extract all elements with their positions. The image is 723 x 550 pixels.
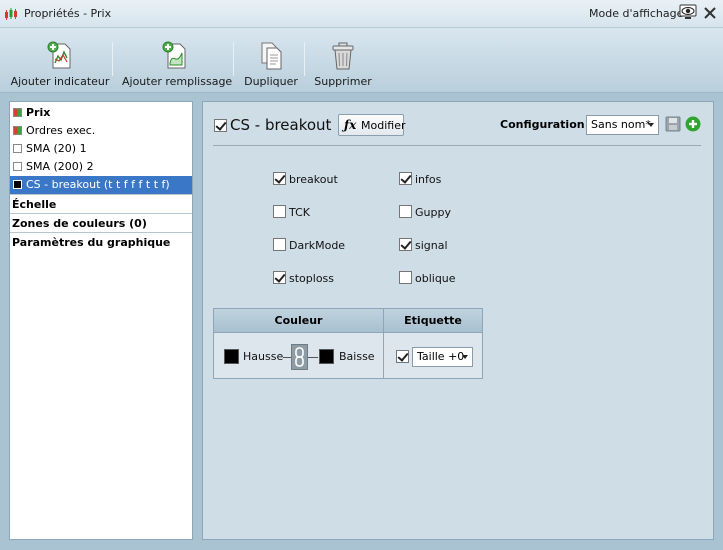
indicator-title: CS - breakout — [230, 116, 332, 134]
configuration-label: Configuration : — [500, 118, 593, 131]
option-checkbox-infos[interactable] — [399, 172, 412, 185]
tree-section-color-zones[interactable]: Zones de couleurs (0) — [10, 213, 192, 232]
toolbar-separator — [112, 42, 113, 76]
modify-button[interactable]: ƒx Modifier — [338, 114, 406, 136]
indicator-properties-panel: CS - breakout ƒx Modifier Configuration … — [202, 101, 714, 540]
tree-item-sma200[interactable]: SMA (200) 2 — [10, 158, 192, 176]
add-indicator-label: Ajouter indicateur — [10, 75, 110, 88]
down-color-box[interactable] — [319, 349, 334, 364]
configuration-value: Sans nom* — [591, 118, 651, 131]
close-icon[interactable] — [703, 6, 717, 20]
option-checkbox-tck[interactable] — [273, 205, 286, 218]
delete-label: Supprimer — [314, 75, 372, 88]
label-size-value: Taille +0 — [417, 350, 465, 363]
toolbar-separator — [304, 42, 305, 76]
tree-item-orders[interactable]: Ordres exec. — [10, 122, 192, 140]
display-mode-label[interactable]: Mode d'affichage — [589, 7, 683, 20]
modify-label: Modifier — [361, 119, 406, 132]
add-fill-icon — [162, 41, 186, 69]
trash-icon — [332, 42, 354, 70]
add-fill-label: Ajouter remplissage — [122, 75, 233, 88]
option-checkbox-oblique[interactable] — [399, 271, 412, 284]
tree-item-cs-breakout[interactable]: CS - breakout (t t f f f t t f) — [10, 176, 192, 194]
candlestick-app-icon — [5, 8, 17, 20]
option-label: stoploss — [289, 272, 335, 285]
option-label: Guppy — [415, 206, 451, 219]
color-swatch-icon — [13, 162, 22, 171]
chevron-down-icon — [462, 355, 468, 359]
add-config-icon[interactable] — [685, 116, 701, 132]
color-swatch-icon — [13, 108, 22, 117]
color-label-table: Couleur Etiquette Hausse Baisse Taille +… — [213, 308, 483, 379]
color-swatch-icon — [13, 180, 22, 189]
add-fill-button[interactable]: Ajouter remplissage — [122, 28, 233, 92]
color-swatch-icon — [13, 144, 22, 153]
toolbar: Ajouter indicateur Ajouter remplissage D… — [0, 28, 723, 93]
chevron-down-icon — [648, 123, 654, 127]
tree-item-label: SMA (200) 2 — [26, 160, 94, 173]
column-header-color: Couleur — [214, 309, 383, 333]
option-checkbox-breakout[interactable] — [273, 172, 286, 185]
function-icon: ƒx — [344, 118, 357, 132]
add-indicator-icon — [47, 41, 71, 69]
option-label: TCK — [289, 206, 310, 219]
tree-item-prix[interactable]: Prix — [10, 104, 192, 122]
duplicate-button[interactable]: Dupliquer — [240, 28, 302, 92]
option-label: signal — [415, 239, 448, 252]
link-line — [283, 357, 291, 358]
toolbar-separator — [233, 42, 234, 76]
tree-item-label: CS - breakout (t t f f f t t f) — [26, 178, 170, 191]
label-enabled-checkbox[interactable] — [396, 350, 409, 363]
link-line — [308, 357, 318, 358]
object-tree: Prix Ordres exec. SMA (20) 1 SMA (200) 2… — [9, 101, 193, 540]
option-checkbox-signal[interactable] — [399, 238, 412, 251]
up-color-label: Hausse — [243, 350, 284, 363]
save-icon[interactable] — [665, 116, 681, 132]
eye-screen-icon[interactable] — [677, 4, 699, 22]
option-label: breakout — [289, 173, 338, 186]
indicator-enabled-checkbox[interactable] — [214, 119, 227, 132]
option-checkbox-stoploss[interactable] — [273, 271, 286, 284]
tree-item-label: Prix — [26, 106, 51, 119]
label-size-select[interactable]: Taille +0 — [412, 347, 473, 367]
tree-item-sma20[interactable]: SMA (20) 1 — [10, 140, 192, 158]
down-color-label: Baisse — [339, 350, 375, 363]
delete-button[interactable]: Supprimer — [312, 28, 374, 92]
column-divider — [383, 309, 384, 378]
option-checkbox-darkmode[interactable] — [273, 238, 286, 251]
window-title: Propriétés - Prix — [24, 7, 112, 20]
tree-item-label: Ordres exec. — [26, 124, 96, 137]
color-swatch-icon — [13, 126, 22, 135]
configuration-select[interactable]: Sans nom* — [586, 115, 659, 135]
duplicate-label: Dupliquer — [244, 75, 298, 88]
duplicate-icon — [261, 42, 282, 70]
option-label: DarkMode — [289, 239, 346, 252]
option-label: oblique — [415, 272, 456, 285]
tree-section-scale[interactable]: Échelle — [10, 194, 192, 213]
tree-section-chart-params[interactable]: Paramètres du graphique — [10, 232, 192, 251]
header-divider — [213, 145, 701, 146]
column-header-label: Etiquette — [384, 309, 482, 333]
tree-item-label: SMA (20) 1 — [26, 142, 87, 155]
option-checkbox-guppy[interactable] — [399, 205, 412, 218]
up-color-box[interactable] — [224, 349, 239, 364]
option-label: infos — [415, 173, 442, 186]
add-indicator-button[interactable]: Ajouter indicateur — [10, 28, 110, 92]
title-bar: Propriétés - Prix Mode d'affichage — [0, 0, 723, 28]
chain-link-icon[interactable] — [291, 344, 308, 370]
